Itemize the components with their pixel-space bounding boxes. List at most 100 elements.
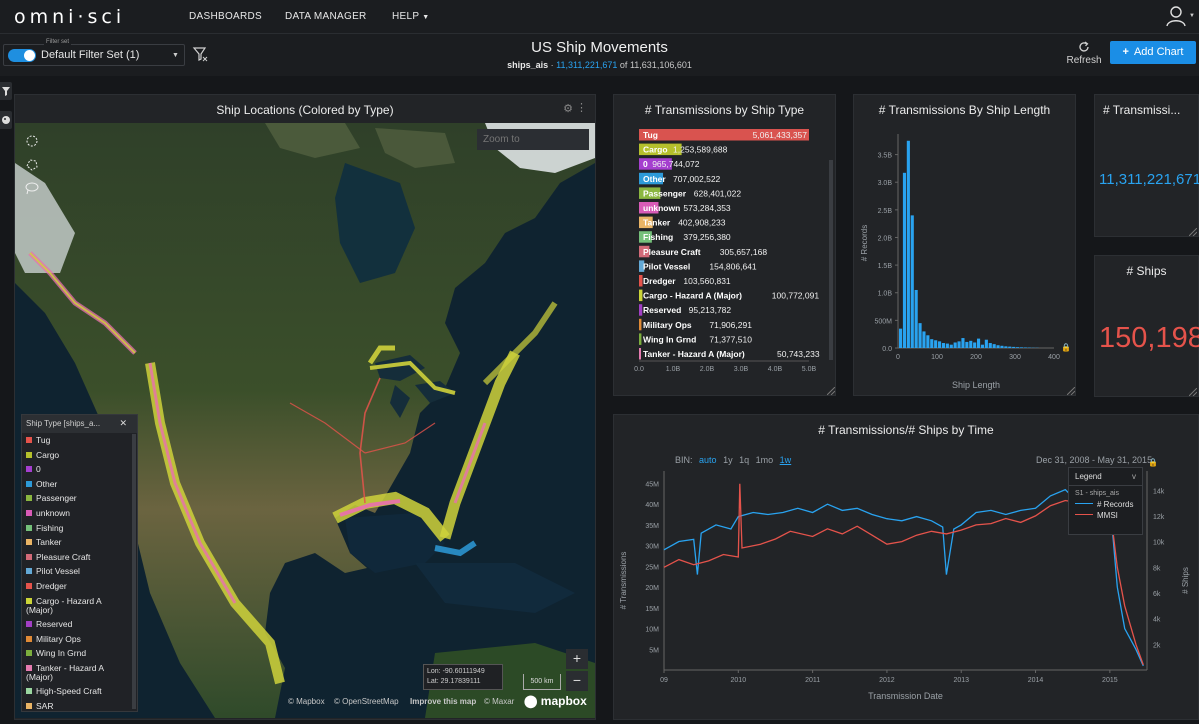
type-bar[interactable] bbox=[639, 333, 642, 345]
circle-select-icon[interactable] bbox=[23, 132, 41, 150]
time-series-legend[interactable]: Legend v S1 - ships_ais # Records MMSI bbox=[1068, 467, 1143, 535]
more-options-icon[interactable]: ⋮ bbox=[576, 101, 587, 114]
legend-item[interactable]: Tug bbox=[26, 436, 126, 445]
ship-length-histogram[interactable]: 0.0 500M 1.0B 1.5B 2.0B 2.5B 3.0B 3.5B 0 100 200 30… bbox=[854, 124, 1075, 394]
length-bar[interactable] bbox=[930, 339, 934, 348]
zoom-out-button[interactable]: − bbox=[566, 671, 588, 691]
legend-item[interactable]: Dredger bbox=[26, 582, 126, 591]
length-bar[interactable] bbox=[980, 344, 985, 348]
length-bar[interactable] bbox=[926, 335, 930, 348]
type-bar[interactable] bbox=[639, 304, 643, 316]
improve-map-link[interactable]: Improve this map bbox=[410, 697, 476, 706]
nav-help[interactable]: HELP ▼ bbox=[392, 11, 429, 22]
length-bar[interactable] bbox=[1016, 347, 1020, 348]
user-caret-icon[interactable]: ▼ bbox=[1189, 13, 1195, 19]
length-bar[interactable] bbox=[961, 338, 965, 348]
resize-handle-icon[interactable] bbox=[827, 387, 835, 395]
gear-icon[interactable]: ⚙ bbox=[563, 102, 573, 115]
length-bar[interactable] bbox=[969, 340, 973, 348]
length-bar[interactable] bbox=[988, 343, 992, 348]
length-bar[interactable] bbox=[996, 345, 1000, 348]
legend-item[interactable]: High-Speed Craft bbox=[26, 687, 126, 696]
length-bar[interactable] bbox=[992, 344, 996, 348]
type-bar[interactable] bbox=[639, 275, 643, 287]
type-bar[interactable] bbox=[639, 348, 641, 360]
attribution-osm[interactable]: © OpenStreetMap bbox=[334, 697, 399, 706]
lasso-select-icon[interactable] bbox=[23, 179, 41, 197]
bin-1q[interactable]: 1q bbox=[739, 455, 749, 465]
resize-handle-icon[interactable] bbox=[1189, 388, 1197, 396]
length-bar[interactable] bbox=[984, 339, 988, 348]
length-bar[interactable] bbox=[922, 331, 926, 348]
legend-item[interactable]: Reserved bbox=[26, 620, 126, 629]
legend-scrollbar[interactable] bbox=[132, 434, 136, 709]
legend-item[interactable]: SAR bbox=[26, 702, 126, 711]
legend-mmsi[interactable]: MMSI bbox=[1069, 510, 1142, 521]
legend-item[interactable]: Wing In Grnd bbox=[26, 649, 126, 658]
legend-item[interactable]: Other bbox=[26, 479, 126, 489]
length-bar[interactable] bbox=[1023, 347, 1027, 348]
legend-item[interactable]: Passenger bbox=[26, 494, 126, 503]
zoom-to-input[interactable] bbox=[477, 129, 589, 150]
refresh-button[interactable]: Refresh bbox=[1066, 41, 1102, 66]
length-bar[interactable] bbox=[977, 338, 981, 348]
length-bar[interactable] bbox=[949, 344, 953, 348]
ship-type-bar-chart[interactable]: Tug 5,061,433,357 Cargo 1,253,589,688 0 965,7… bbox=[614, 124, 835, 374]
length-bar[interactable] bbox=[941, 343, 946, 348]
length-bar[interactable] bbox=[902, 172, 907, 348]
add-chart-button[interactable]: + Add Chart bbox=[1110, 41, 1196, 64]
nav-data-manager[interactable]: DATA MANAGER bbox=[285, 11, 367, 22]
legend-item[interactable]: Military Ops bbox=[26, 634, 126, 644]
omnisci-logo[interactable]: omni·sci bbox=[14, 6, 125, 28]
close-icon[interactable]: ✕ bbox=[119, 418, 127, 429]
filter-panel-tab[interactable] bbox=[0, 82, 12, 100]
length-bar[interactable] bbox=[906, 140, 910, 348]
attribution-maxar[interactable]: © Maxar bbox=[484, 697, 514, 706]
bin-1w[interactable]: 1w bbox=[780, 455, 792, 465]
mapbox-logo[interactable]: ⬤ mapbox bbox=[524, 694, 587, 708]
length-bar[interactable] bbox=[918, 323, 922, 348]
legend-item[interactable]: Tanker bbox=[26, 538, 126, 547]
legend-item[interactable]: Pilot Vessel bbox=[26, 567, 126, 576]
length-bar[interactable] bbox=[1019, 347, 1024, 348]
type-bar[interactable] bbox=[639, 289, 643, 302]
length-bar[interactable] bbox=[910, 215, 914, 348]
length-bar[interactable] bbox=[945, 343, 949, 348]
theme-panel-tab[interactable] bbox=[0, 111, 12, 129]
ship-type-scrollbar[interactable] bbox=[829, 160, 833, 360]
date-range[interactable]: Dec 31, 2008 - May 31, 2015 bbox=[1036, 455, 1152, 465]
map-legend[interactable]: Ship Type [ships_a... ✕ Tug Cargo 0 Other Pa… bbox=[21, 414, 138, 712]
legend-item[interactable]: Cargo - Hazard A (Major) bbox=[26, 596, 126, 615]
nav-dashboards[interactable]: DASHBOARDS bbox=[189, 11, 262, 22]
length-bar[interactable] bbox=[934, 340, 938, 348]
legend-item[interactable]: 0 bbox=[26, 465, 126, 474]
length-bar[interactable] bbox=[953, 342, 957, 348]
type-bar[interactable] bbox=[639, 318, 642, 331]
legend-item[interactable]: Tanker - Hazard A (Major) bbox=[26, 663, 126, 682]
length-bar[interactable] bbox=[973, 342, 977, 348]
user-account-icon[interactable] bbox=[1165, 5, 1187, 27]
resize-handle-icon[interactable] bbox=[1189, 228, 1197, 236]
zoom-in-button[interactable]: + bbox=[566, 649, 588, 669]
dashboard-title[interactable]: US Ship Movements bbox=[0, 39, 1199, 56]
lock-icon[interactable]: 🔒 bbox=[1061, 343, 1071, 352]
bin-1y[interactable]: 1y bbox=[723, 455, 733, 465]
bin-auto[interactable]: auto bbox=[699, 455, 717, 465]
length-bar[interactable] bbox=[1004, 346, 1008, 348]
attribution-mapbox[interactable]: © Mapbox bbox=[288, 697, 325, 706]
legend-item[interactable]: unknown bbox=[26, 509, 126, 518]
length-bar[interactable] bbox=[1012, 346, 1016, 348]
legend-collapse-icon[interactable]: v bbox=[1132, 472, 1136, 481]
legend-item[interactable]: Pleasure Craft bbox=[26, 552, 126, 562]
length-bar[interactable] bbox=[957, 341, 961, 348]
length-bar[interactable] bbox=[965, 341, 969, 348]
legend-item[interactable]: Cargo bbox=[26, 450, 126, 460]
resize-handle-icon[interactable] bbox=[1067, 387, 1075, 395]
polygon-select-icon[interactable] bbox=[23, 156, 41, 174]
legend-records[interactable]: # Records bbox=[1069, 499, 1142, 510]
legend-item[interactable]: Fishing bbox=[26, 523, 126, 533]
length-bar[interactable] bbox=[1000, 345, 1004, 348]
length-bar[interactable] bbox=[914, 289, 918, 348]
length-bar[interactable] bbox=[899, 328, 903, 348]
length-bar[interactable] bbox=[1008, 346, 1012, 348]
